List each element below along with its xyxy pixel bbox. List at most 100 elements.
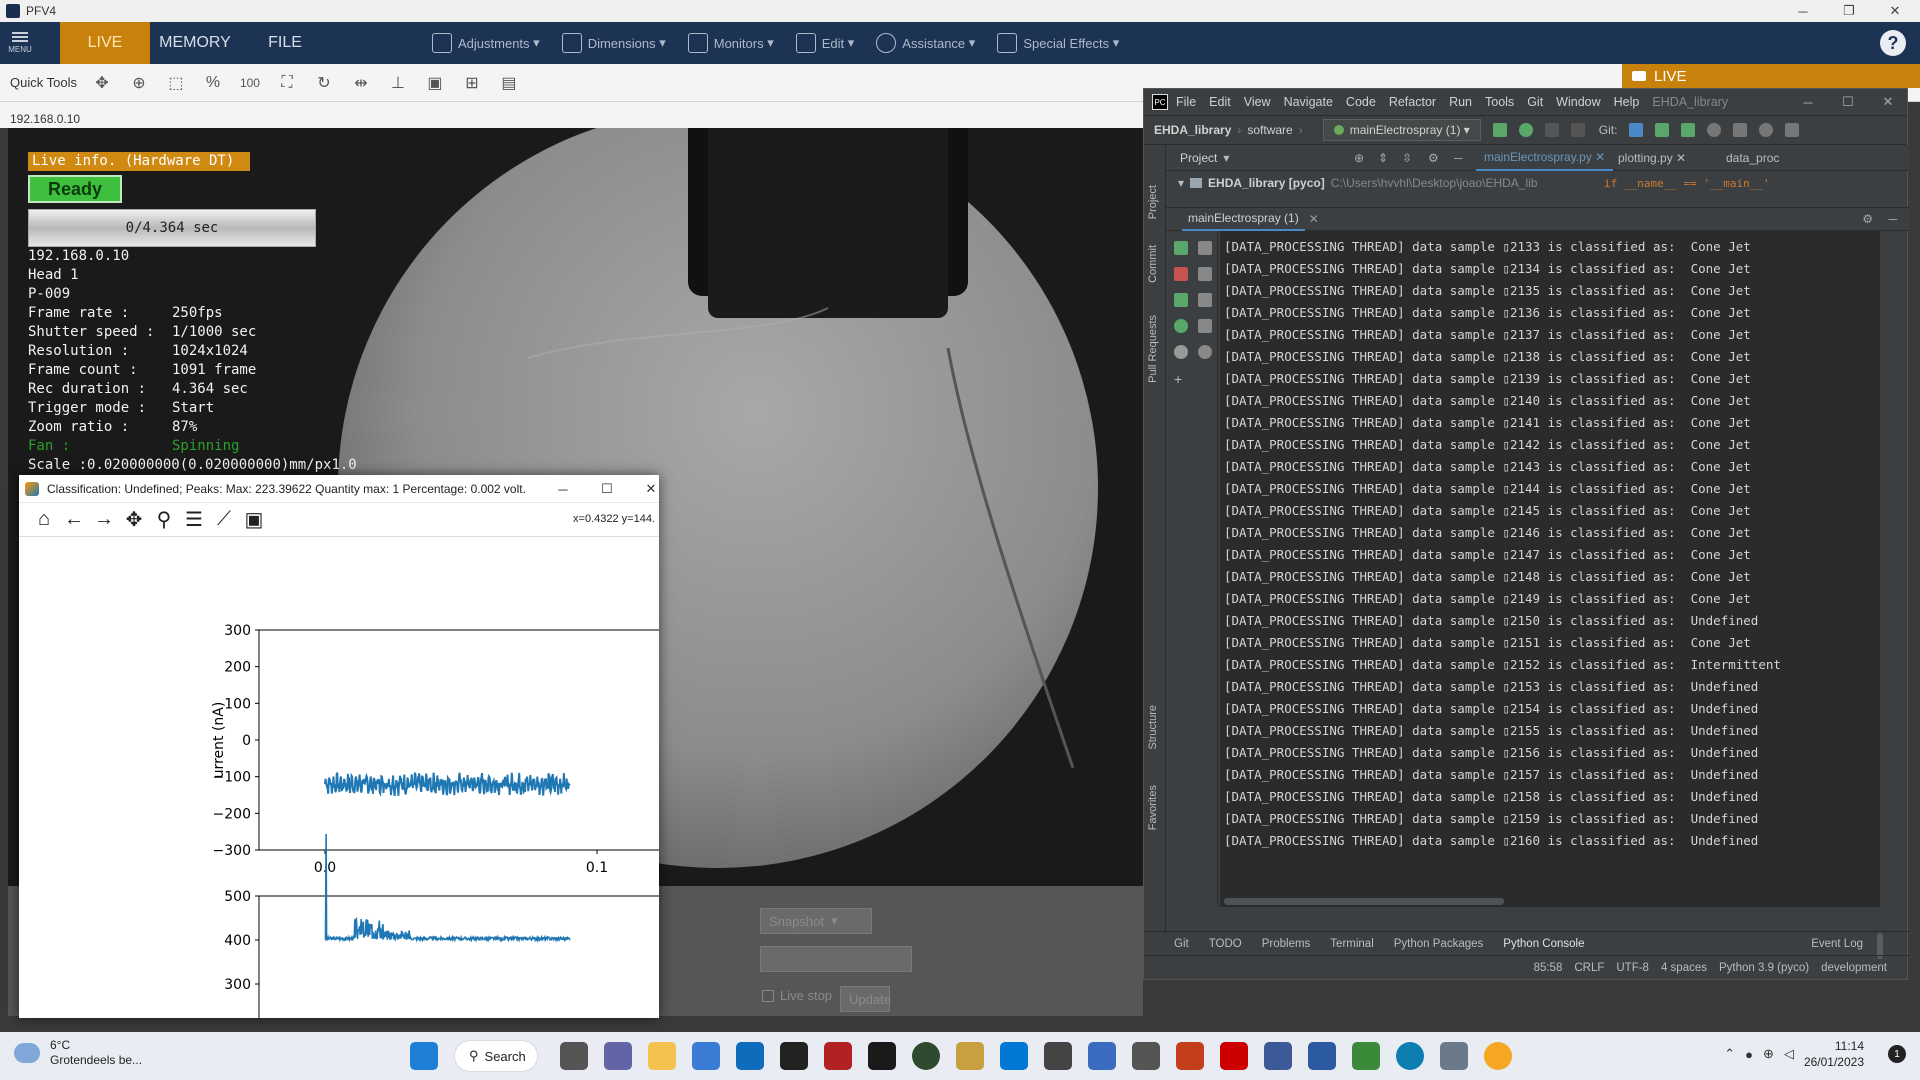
resume-icon[interactable] — [1174, 293, 1188, 307]
run-console-output[interactable]: [DATA_PROCESSING THREAD] data sample ▯21… — [1220, 231, 1880, 907]
zoom-percent-icon[interactable]: % — [200, 70, 226, 96]
git-commit-icon[interactable] — [1655, 123, 1670, 137]
app-usb-icon[interactable] — [1132, 1042, 1160, 1070]
run-hide-icon[interactable]: ─ — [1888, 212, 1897, 226]
search-icon[interactable] — [1759, 123, 1774, 137]
app-red-icon[interactable] — [1220, 1042, 1248, 1070]
app-green-icon[interactable] — [1352, 1042, 1380, 1070]
tool-tab-event-log[interactable]: Event Log — [1811, 938, 1863, 950]
ribbon-assistance[interactable]: Assistance ▾ — [876, 33, 975, 53]
status-encoding[interactable]: UTF-8 — [1616, 962, 1649, 974]
menu-code[interactable]: Code — [1346, 95, 1376, 109]
app-folder-icon[interactable] — [956, 1042, 984, 1070]
tab-file[interactable]: FILE — [240, 22, 330, 64]
zoom-area-icon[interactable]: ⬚ — [163, 70, 189, 96]
pycharm-taskbar-icon[interactable] — [868, 1042, 896, 1070]
notification-icon[interactable]: 1 — [1888, 1045, 1906, 1063]
menu-refactor[interactable]: Refactor — [1389, 95, 1436, 109]
teams-icon[interactable] — [604, 1042, 632, 1070]
breadcrumb-project[interactable]: EHDA_library — [1154, 123, 1231, 137]
menu-tools[interactable]: Tools — [1485, 95, 1514, 109]
zoom-100-icon[interactable]: 100 — [237, 70, 263, 96]
stop-run-icon[interactable] — [1174, 267, 1188, 281]
project-panel-label[interactable]: Project — [1180, 151, 1217, 165]
tool-tab-terminal[interactable]: Terminal — [1330, 938, 1373, 950]
side-tab-commit[interactable]: Commit — [1147, 245, 1159, 283]
editor-tab-data-proc[interactable]: data_proc — [1718, 145, 1787, 171]
plot-close-icon[interactable]: ✕ — [629, 475, 673, 503]
ribbon-monitors[interactable]: Monitors ▾ — [687, 33, 774, 53]
home-icon[interactable]: ⌂ — [29, 507, 59, 533]
git-push-icon[interactable] — [1681, 123, 1696, 137]
status-line-separator[interactable]: CRLF — [1574, 962, 1604, 974]
rerun-icon[interactable] — [1174, 241, 1188, 255]
volume-icon[interactable]: ◁ — [1784, 1046, 1794, 1062]
pfv-minimize-icon[interactable]: ─ — [1780, 0, 1826, 22]
coverage-icon[interactable] — [1544, 123, 1559, 137]
tool-tab-python-packages[interactable]: Python Packages — [1394, 938, 1484, 950]
project-settings-icon[interactable]: ⚙ — [1428, 151, 1439, 165]
clock[interactable]: 11:14 26/01/2023 — [1804, 1038, 1864, 1070]
hide-panel-icon[interactable]: ─ — [1454, 151, 1463, 165]
menu-view[interactable]: View — [1244, 95, 1271, 109]
chevron-up-icon[interactable]: ⌃ — [1724, 1046, 1735, 1062]
save-icon[interactable]: ▣ — [239, 507, 269, 533]
print-icon[interactable] — [1198, 293, 1212, 307]
ribbon-edit[interactable]: Edit ▾ — [795, 33, 854, 53]
plot-canvas[interactable]: 3002001000−100−200−3000.0 0.1urrent (nA)5… — [19, 538, 659, 1018]
menu-navigate[interactable]: Navigate — [1284, 95, 1333, 109]
edit-axes-icon[interactable]: ⟋ — [209, 507, 239, 533]
git-update-icon[interactable] — [1629, 123, 1644, 137]
python-app-icon[interactable] — [1484, 1042, 1512, 1070]
live-stop-checkbox[interactable]: Live stop — [762, 988, 832, 1003]
snapshot-dropdown[interactable] — [760, 946, 912, 972]
menu-run[interactable]: Run — [1449, 95, 1472, 109]
tool-tab-git[interactable]: Git — [1174, 938, 1189, 950]
side-tab-favorites[interactable]: Favorites — [1147, 785, 1159, 830]
app-hand-icon[interactable] — [780, 1042, 808, 1070]
ribbon-adjustments[interactable]: Adjustments ▾ — [432, 33, 540, 53]
pc-maximize-icon[interactable]: ☐ — [1828, 89, 1868, 115]
status-cursor-position[interactable]: 85:58 — [1534, 962, 1563, 974]
flip-icon[interactable]: ⇹ — [348, 70, 374, 96]
tab-memory[interactable]: MEMORY — [150, 22, 240, 64]
chevron-down-icon[interactable]: ▾ — [1223, 151, 1229, 165]
matlab-icon[interactable] — [824, 1042, 852, 1070]
move-icon[interactable]: ✥ — [89, 70, 115, 96]
rollback-icon[interactable] — [1733, 123, 1748, 137]
weather-widget[interactable]: 6°C Grotendeels be... — [14, 1038, 142, 1068]
pfv-menu-button[interactable]: MENU — [0, 22, 40, 64]
side-tab-project[interactable]: Project — [1147, 185, 1159, 219]
pc-minimize-icon[interactable]: ─ — [1788, 89, 1828, 115]
editor-tab-main[interactable]: mainElectrospray.py ✕ — [1476, 145, 1614, 171]
powerpoint-icon[interactable] — [1176, 1042, 1204, 1070]
layout-icon[interactable]: ▤ — [496, 70, 522, 96]
edge-icon[interactable] — [1396, 1042, 1424, 1070]
app-tool-icon[interactable] — [1044, 1042, 1072, 1070]
network-icon[interactable]: ⊕ — [1763, 1046, 1774, 1062]
run-tab[interactable]: mainElectrospray (1) — [1182, 207, 1305, 231]
run-tab-close-icon[interactable]: ✕ — [1309, 212, 1319, 226]
store-icon[interactable] — [692, 1042, 720, 1070]
axis-icon[interactable]: ⊥ — [385, 70, 411, 96]
console-horizontal-scrollbar[interactable] — [1224, 898, 1504, 905]
task-view-icon[interactable] — [560, 1042, 588, 1070]
ribbon-dimensions[interactable]: Dimensions ▾ — [561, 33, 666, 53]
menu-help[interactable]: Help — [1614, 95, 1640, 109]
mail-icon[interactable] — [736, 1042, 764, 1070]
menu-edit[interactable]: Edit — [1209, 95, 1231, 109]
lock-icon[interactable]: ▣ — [422, 70, 448, 96]
collapse-all-icon[interactable]: ⇳ — [1402, 151, 1412, 165]
pfv-maximize-icon[interactable]: ❐ — [1826, 0, 1872, 22]
zoom-icon[interactable]: ⚲ — [149, 507, 179, 533]
expand-all-icon[interactable]: ⇕ — [1378, 151, 1388, 165]
run-config-select[interactable]: mainElectrospray (1) ▾ — [1322, 119, 1481, 141]
status-indent[interactable]: 4 spaces — [1661, 962, 1707, 974]
history-icon[interactable] — [1707, 123, 1722, 137]
debug-icon[interactable] — [1518, 123, 1533, 137]
help-icon[interactable]: ? — [1880, 30, 1906, 56]
app-globe-icon[interactable] — [912, 1042, 940, 1070]
project-tree-root[interactable]: ▾ EHDA_library [pyco] C:\Users\hvvhl\Des… — [1166, 171, 1546, 195]
forward-arrow-icon[interactable]: → — [89, 507, 119, 533]
side-tab-structure[interactable]: Structure — [1147, 705, 1159, 750]
